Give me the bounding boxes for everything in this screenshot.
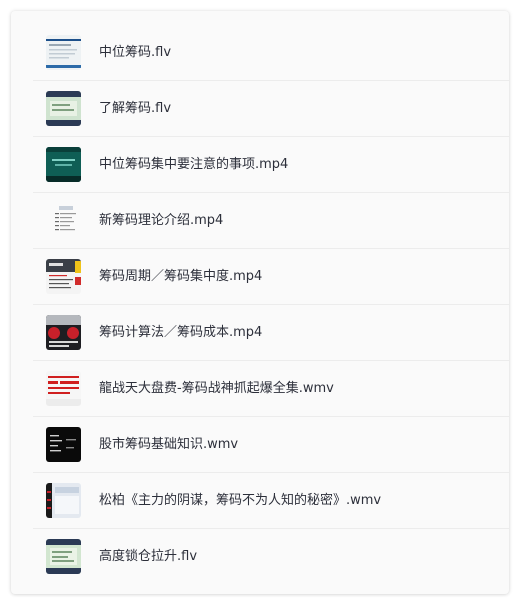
file-name: 中位筹码.flv: [99, 45, 172, 60]
file-name: 了解筹码.flv: [99, 101, 172, 116]
video-thumbnail-icon: [46, 539, 81, 574]
file-row[interactable]: 新筹码理论介绍.mp4: [11, 193, 509, 249]
file-row[interactable]: 筹码计算法／筹码成本.mp4: [11, 305, 509, 361]
file-name: 高度锁仓拉升.flv: [99, 549, 198, 564]
file-row[interactable]: 中位筹码集中要注意的事项.mp4: [11, 137, 509, 193]
file-name: 筹码计算法／筹码成本.mp4: [99, 325, 263, 340]
file-list: 中位筹码.flv 了解筹码.flv 中位筹码集中要注意的事项.mp4 新筹码理论…: [11, 25, 509, 585]
video-thumbnail-icon: [46, 147, 81, 182]
file-row[interactable]: 筹码周期／筹码集中度.mp4: [11, 249, 509, 305]
video-thumbnail-icon: [46, 35, 81, 70]
file-row[interactable]: 了解筹码.flv: [11, 81, 509, 137]
video-thumbnail-icon: [46, 259, 81, 294]
file-row[interactable]: 松柏《主力的阴谋，筹码不为人知的秘密》.wmv: [11, 473, 509, 529]
file-list-panel: 中位筹码.flv 了解筹码.flv 中位筹码集中要注意的事项.mp4 新筹码理论…: [11, 11, 509, 594]
video-thumbnail-icon: [46, 91, 81, 126]
file-row[interactable]: 高度锁仓拉升.flv: [11, 529, 509, 585]
file-name: 筹码周期／筹码集中度.mp4: [99, 269, 263, 284]
file-name: 股市筹码基础知识.wmv: [99, 437, 239, 452]
video-thumbnail-icon: [46, 315, 81, 350]
video-thumbnail-icon: [46, 371, 81, 406]
file-row[interactable]: 中位筹码.flv: [11, 25, 509, 81]
file-name: 松柏《主力的阴谋，筹码不为人知的秘密》.wmv: [99, 493, 382, 508]
video-thumbnail-icon: [46, 483, 81, 518]
video-thumbnail-icon: [46, 427, 81, 462]
file-row[interactable]: 股市筹码基础知识.wmv: [11, 417, 509, 473]
video-thumbnail-icon: [46, 203, 81, 238]
file-name: 新筹码理论介绍.mp4: [99, 213, 224, 228]
file-name: 中位筹码集中要注意的事项.mp4: [99, 157, 289, 172]
file-name: 龍战天大盘费-筹码战神抓起爆全集.wmv: [99, 381, 334, 396]
file-row[interactable]: 龍战天大盘费-筹码战神抓起爆全集.wmv: [11, 361, 509, 417]
